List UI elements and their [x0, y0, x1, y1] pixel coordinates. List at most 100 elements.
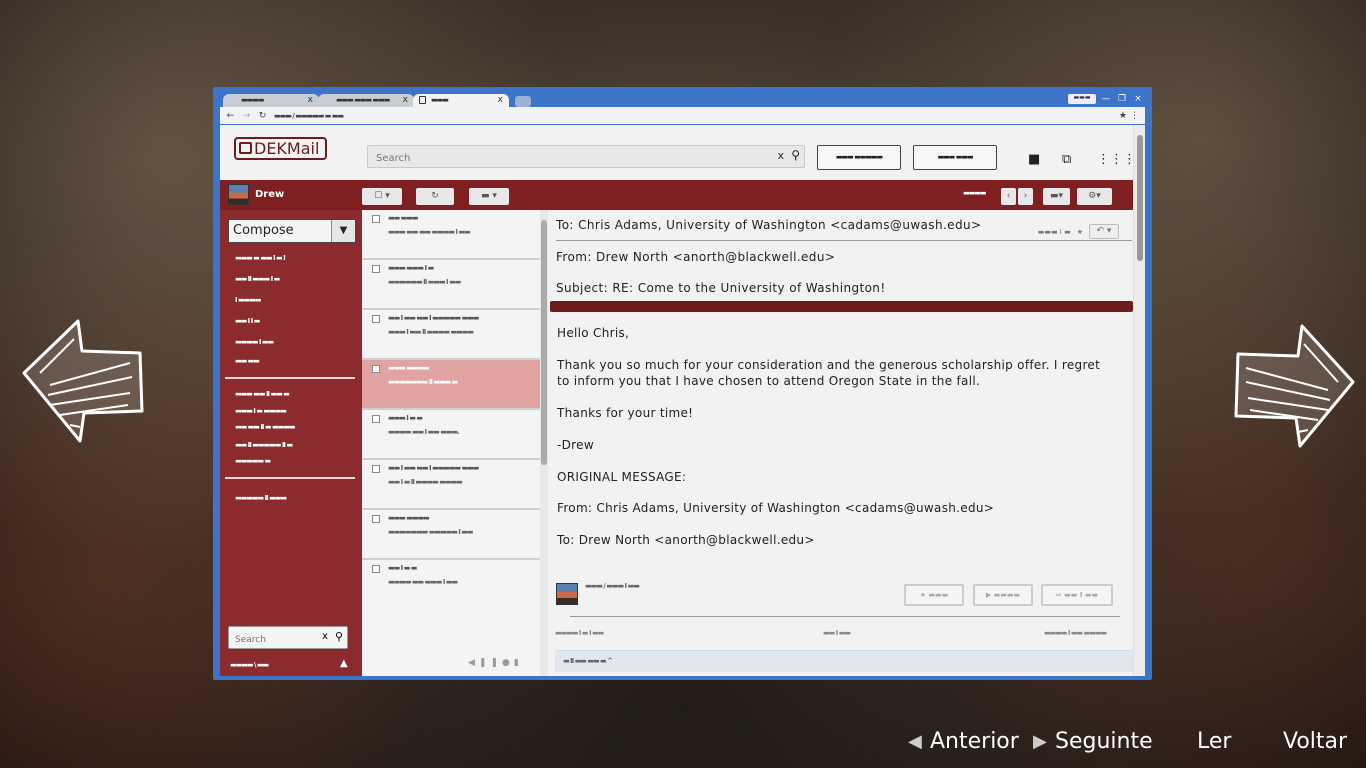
original-message-label: ORIGINAL MESSAGE:: [557, 470, 687, 484]
windows-icon[interactable]: ⧉: [1062, 152, 1071, 167]
list-item[interactable]: ▬▬▬ ▬▬▬ I ▬ ▬▬▬▬▬▬ II ▬▬▬ I ▬▬: [362, 260, 540, 310]
forward-icon[interactable]: →: [241, 111, 252, 121]
read-nav[interactable]: Ler: [1197, 729, 1231, 754]
browser-menu-icon[interactable]: ⋮: [1130, 111, 1139, 121]
list-item[interactable]: ▬▬ I ▬▬ ▬▬ I ▬▬▬▬▬ ▬▬▬ ▬▬ I ▬ II ▬▬▬▬ ▬▬…: [362, 460, 540, 510]
mail-checkbox[interactable]: [372, 465, 380, 473]
mail-checkbox[interactable]: [372, 315, 380, 323]
search-input[interactable]: [368, 148, 768, 169]
trash-icon[interactable]: ▮: [514, 658, 523, 668]
forward-action-button[interactable]: ⇨ ▬▬ I ▬▬: [1041, 584, 1113, 606]
maximize-icon[interactable]: ❐: [1116, 94, 1128, 104]
user-info: Drew: [228, 184, 284, 205]
sidebar-folder[interactable]: ▬▬ II ▬▬▬▬▬ II ▬: [235, 441, 293, 449]
minimize-icon[interactable]: —: [1100, 94, 1112, 104]
bookmark-star-icon[interactable]: ★: [1119, 111, 1127, 121]
sidebar-folder[interactable]: ▬▬▬ I ▬ ▬▬▬▬: [235, 407, 287, 415]
previous-arrow-icon[interactable]: [20, 315, 145, 445]
reply-icon[interactable]: ↶ ▾: [1089, 224, 1119, 239]
warning-icon[interactable]: ▲: [340, 658, 348, 669]
close-tab-icon[interactable]: x: [308, 95, 313, 105]
settings-gear-icon[interactable]: ⚙▾: [1077, 188, 1112, 205]
star-icon[interactable]: ★: [1077, 228, 1083, 236]
list-item[interactable]: ▬▬▬ I ▬ ▬ ▬▬▬▬ ▬▬ I ▬▬ ▬▬▬.: [362, 410, 540, 460]
list-item[interactable]: ▬▬ ▬▬▬ ▬▬▬ ▬▬ ▬▬ ▬▬▬▬ I ▬▬: [362, 210, 540, 260]
mail-list-scrollbar[interactable]: [540, 210, 548, 676]
next-arrow-icon[interactable]: [1232, 320, 1357, 450]
sidebar-folder[interactable]: I ▬▬▬▬: [235, 296, 261, 304]
search-icon[interactable]: ⚲: [335, 630, 343, 643]
header-button-1[interactable]: ▬▬▬ ▬▬▬▬▬: [817, 145, 901, 170]
select-checkbox-dropdown[interactable]: ☐ ▾: [362, 188, 402, 205]
sidebar-folder[interactable]: ▬▬ ▬▬ II ▬ ▬▬▬▬: [235, 423, 295, 431]
browser-tab[interactable]: ▬▬▬▬ x: [223, 94, 319, 107]
mail-checkbox[interactable]: [372, 565, 380, 573]
mail-checkbox[interactable]: [372, 415, 380, 423]
next-nav[interactable]: ▶ Seguinte: [1033, 729, 1153, 754]
sidebar-folder[interactable]: ▬▬▬▬▬ II ▬▬▬: [235, 494, 287, 502]
close-tab-icon[interactable]: x: [403, 95, 408, 105]
list-item[interactable]: ▬▬ I ▬ ▬ ▬▬▬▬ ▬▬ ▬▬▬ I ▬▬: [362, 560, 540, 610]
mail-checkbox[interactable]: [372, 265, 380, 273]
mail-list: ▬▬ ▬▬▬ ▬▬▬ ▬▬ ▬▬ ▬▬▬▬ I ▬▬ ▬▬▬ ▬▬▬ I ▬ ▬…: [362, 210, 548, 676]
next-page-button[interactable]: ›: [1018, 188, 1033, 205]
list-item-selected[interactable]: ▬▬▬ ▬▬▬▬ ▬▬▬▬▬▬▬ II ▬▬▬ ▬: [362, 360, 540, 410]
chevron-down-icon[interactable]: ▼: [331, 220, 355, 242]
browser-tab-active[interactable]: ▬▬▬ x: [413, 94, 509, 107]
close-tab-icon[interactable]: x: [498, 95, 503, 105]
back-arrow-icon[interactable]: ◀: [468, 658, 479, 668]
new-tab-button[interactable]: [515, 96, 531, 107]
apps-grid-icon[interactable]: ⋮⋮⋮: [1097, 152, 1136, 167]
mail-snippet: ▬▬▬▬▬▬▬ II ▬▬▬ ▬: [388, 378, 458, 386]
mail-checkbox[interactable]: [372, 215, 380, 223]
reload-icon[interactable]: ↻: [257, 111, 268, 121]
tab-title: ▬▬▬▬: [241, 96, 264, 104]
pause-icon[interactable]: ❚❚: [479, 658, 502, 668]
header-button-2[interactable]: ▬▬▬ ▬▬▬: [913, 145, 997, 170]
scrollbar-thumb[interactable]: [1137, 135, 1143, 261]
back-nav[interactable]: Voltar: [1283, 729, 1347, 754]
sidebar-folder[interactable]: ▬▬▬▬▬ ▬: [235, 457, 271, 465]
email-body-line: Thank you so much for your consideration…: [557, 358, 1101, 372]
browser-tab[interactable]: ▬▬▬ ▬▬▬ ▬▬▬ x: [318, 94, 414, 107]
clear-search-icon[interactable]: x: [777, 149, 784, 162]
record-icon[interactable]: ●: [502, 658, 514, 668]
mail-checkbox[interactable]: [372, 365, 380, 373]
refresh-button[interactable]: ↻: [416, 188, 454, 205]
mail-checkbox[interactable]: [372, 515, 380, 523]
url-field[interactable]: ▬▬▬ / ▬▬▬▬▬ ▬ ▬▬: [274, 112, 344, 120]
browser-window: ▬▬▬▬ x ▬▬▬ ▬▬▬ ▬▬▬ x ▬▬▬ x ▬▬▬ — ❐ × ← →…: [213, 87, 1152, 680]
mail-snippet: ▬▬▬ I ▬▬ II ▬▬▬▬ ▬▬▬▬: [388, 328, 474, 336]
list-item[interactable]: ▬▬▬ ▬▬▬▬ ▬▬▬▬▬▬▬ ▬▬▬▬▬ I ▬▬: [362, 510, 540, 560]
sidebar-footer-text: ▬▬▬▬ \ ▬▬: [230, 661, 269, 669]
tab-bar: ▬▬▬▬ x ▬▬▬ ▬▬▬ ▬▬▬ x ▬▬▬ x: [223, 94, 1143, 108]
sidebar-folder[interactable]: ▬▬▬ ▬ ▬▬ I ▬ I: [235, 254, 286, 262]
play-action-button[interactable]: ▶ ▬▬▬▬: [973, 584, 1033, 606]
sidebar-folder[interactable]: ▬▬▬ ▬▬ II ▬▬ ▬: [235, 390, 290, 398]
chat-strip[interactable]: ▬ II ▬▬ ▬▬ ▬ ^: [555, 650, 1133, 672]
sidebar-folder[interactable]: ▬▬ II ▬▬▬ I ▬: [235, 275, 280, 283]
sidebar: Compose ▼ ▬▬▬ ▬ ▬▬ I ▬ I ▬▬ II ▬▬▬ I ▬ I…: [220, 210, 362, 676]
more-dropdown[interactable]: ▬ ▾: [469, 188, 509, 205]
reply-controls: ▬▬▬ I ▬ ★ ↶ ▾: [1038, 224, 1119, 239]
scrollbar-thumb[interactable]: [541, 220, 547, 465]
profile-button[interactable]: ▬▬▬: [1068, 94, 1096, 104]
compose-button[interactable]: Compose ▼: [228, 219, 356, 243]
folder-icon[interactable]: ■: [1028, 152, 1040, 167]
search-icon[interactable]: ⚲: [791, 148, 800, 162]
close-window-icon[interactable]: ×: [1132, 94, 1144, 104]
clear-search-icon[interactable]: x: [322, 631, 328, 642]
signature-text: ▬▬▬ / ▬▬▬ I ▬▬: [585, 582, 640, 590]
sidebar-folder[interactable]: ▬▬▬▬ I ▬▬: [235, 338, 274, 346]
star-action-button[interactable]: ★ ▬▬▬: [904, 584, 964, 606]
list-item[interactable]: ▬▬ I ▬▬ ▬▬ I ▬▬▬▬▬ ▬▬▬ ▬▬▬ I ▬▬ II ▬▬▬▬ …: [362, 310, 540, 360]
view-dropdown[interactable]: ▬▾: [1043, 188, 1070, 205]
sidebar-folder[interactable]: ▬▬ I I ▬: [235, 317, 260, 325]
previous-nav[interactable]: ◀ Anterior: [908, 729, 1019, 754]
sidebar-folder[interactable]: ▬▬ ▬▬: [235, 357, 260, 365]
page-scrollbar[interactable]: [1133, 125, 1145, 676]
prev-page-button[interactable]: ‹: [1001, 188, 1016, 205]
sidebar-search-input[interactable]: [229, 629, 319, 651]
back-icon[interactable]: ←: [225, 111, 236, 121]
mail-snippet: ▬▬▬ ▬▬ ▬▬ ▬▬▬▬ I ▬▬: [388, 228, 471, 236]
